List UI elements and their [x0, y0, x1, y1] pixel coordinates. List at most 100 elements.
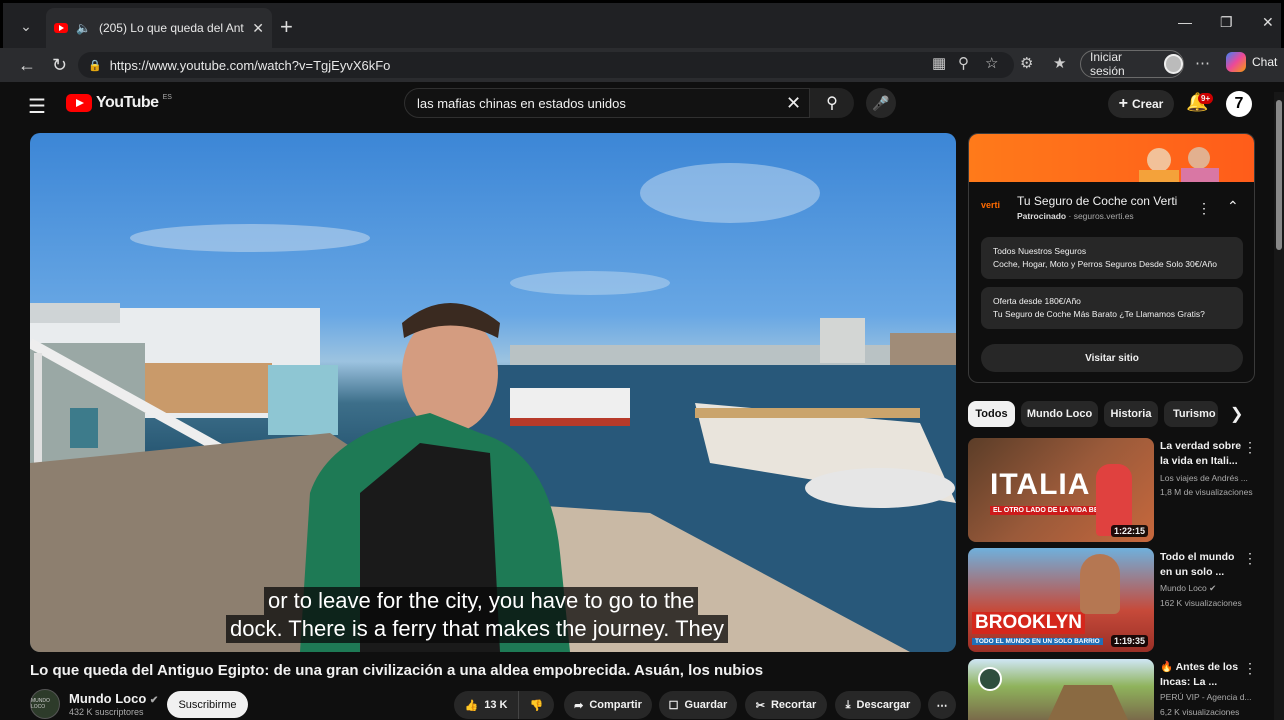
- favorites-icon[interactable]: ★: [1053, 54, 1066, 72]
- dislike-button[interactable]: 👎: [518, 691, 554, 719]
- download-label: Descargar: [856, 699, 911, 711]
- tab-close-icon[interactable]: ✕: [252, 20, 264, 37]
- window-close-icon[interactable]: ✕: [1262, 14, 1274, 31]
- voice-search-button[interactable]: 🎤: [866, 88, 896, 118]
- ad-sitelink-1-text: Coche, Hogar, Moto y Perros Seguros Desd…: [993, 259, 1217, 269]
- url-bar[interactable]: 🔒 https://www.youtube.com/watch?v=TgjEyv…: [78, 52, 1014, 78]
- ad-banner-image[interactable]: [969, 134, 1254, 184]
- microphone-icon: 🎤: [872, 94, 890, 111]
- rec-thumbnail-3-pyramid: [1048, 685, 1128, 720]
- rec-thumbnail-2-figure: [1080, 554, 1120, 614]
- youtube-favicon-icon: [54, 23, 68, 33]
- zoom-icon[interactable]: ⚲: [958, 54, 969, 72]
- ad-sponsor-line: Patrocinado · seguros.verti.es: [1017, 211, 1134, 221]
- ad-banner-illustration: [1139, 147, 1219, 184]
- download-button[interactable]: ⤓ Descargar: [835, 691, 921, 719]
- more-options-icon[interactable]: ⋯: [1195, 54, 1210, 72]
- more-actions-button[interactable]: ⋯: [928, 691, 956, 719]
- search-input[interactable]: las mafias chinas en estados unidos: [404, 88, 810, 118]
- search-button[interactable]: ⚲: [810, 88, 854, 118]
- speaker-icon[interactable]: 🔈: [76, 21, 91, 35]
- clip-label: Recortar: [770, 699, 817, 711]
- thumbs-down-icon: 👎: [529, 699, 544, 712]
- rec-views-1: 1,8 M de visualizaciones: [1160, 487, 1253, 497]
- download-icon: ⤓: [845, 698, 851, 711]
- share-button[interactable]: ➦ Compartir: [564, 691, 652, 719]
- ad-sitelink-1[interactable]: Todos Nuestros Seguros Coche, Hogar, Mot…: [981, 237, 1243, 279]
- app-available-icon[interactable]: ▦: [932, 54, 946, 72]
- subscriber-count: 432 K suscriptores: [69, 707, 144, 717]
- save-button[interactable]: ☐ Guardar: [659, 691, 737, 719]
- chip-todos[interactable]: Todos: [968, 401, 1015, 427]
- rec-title-2[interactable]: Todo el mundo en un solo ...: [1160, 550, 1244, 580]
- chat-label: Chat: [1252, 55, 1278, 69]
- create-label: Crear: [1131, 97, 1164, 111]
- rec-thumbnail-2[interactable]: BROOKLYN TODO EL MUNDO EN UN SOLO BARRIO…: [968, 548, 1154, 652]
- maximize-icon[interactable]: ❐: [1220, 14, 1233, 31]
- save-label: Guardar: [684, 699, 728, 711]
- hamburger-menu-icon[interactable]: ☰: [28, 94, 46, 119]
- share-icon: ➦: [574, 699, 584, 712]
- scissors-icon: ✂: [755, 699, 765, 712]
- search-query: las mafias chinas en estados unidos: [417, 95, 626, 111]
- visit-site-button[interactable]: Visitar sitio: [981, 344, 1243, 372]
- reload-icon[interactable]: ↻: [52, 55, 67, 76]
- rec-thumbnail-3-badge: [978, 667, 1002, 691]
- verified-icon: ✔: [1209, 583, 1217, 593]
- signin-label: Iniciar sesión: [1090, 50, 1125, 78]
- thumbs-up-icon: 👍: [464, 699, 479, 712]
- video-player[interactable]: or to leave for the city, you have to go…: [30, 133, 956, 652]
- browser-tab[interactable]: 🔈 (205) Lo que queda del Antiguo ✕: [46, 8, 272, 48]
- clip-button[interactable]: ✂ Recortar: [745, 691, 827, 719]
- youtube-logo[interactable]: YouTube ES: [66, 94, 172, 112]
- tab-title: (205) Lo que queda del Antiguo: [98, 21, 244, 35]
- subscribe-button[interactable]: Suscribirme: [167, 691, 248, 718]
- caption-line-2: dock. There is a ferry that makes the jo…: [226, 615, 729, 643]
- video-frame-illustration: [30, 163, 956, 652]
- ad-more-icon[interactable]: ⋮: [1197, 200, 1211, 217]
- account-avatar[interactable]: 7: [1226, 91, 1252, 117]
- rec-thumbnail-2-title: BROOKLYN: [972, 612, 1085, 634]
- chips-next-chevron-icon[interactable]: ❯: [1230, 404, 1243, 424]
- rec-thumbnail-3[interactable]: [968, 659, 1154, 720]
- ad-panel[interactable]: verti Tu Seguro de Coche con Verti Patro…: [968, 133, 1255, 383]
- rec-thumbnail-1[interactable]: ITALIA EL OTRO LADO DE LA VIDA BELLA 1:2…: [968, 438, 1154, 542]
- like-button[interactable]: 👍 13 K: [454, 691, 518, 719]
- chip-mundo-loco[interactable]: Mundo Loco: [1021, 401, 1098, 427]
- rec-more-icon[interactable]: ⋮: [1243, 439, 1257, 456]
- extensions-icon[interactable]: ⚙: [1020, 54, 1033, 72]
- rec-channel-2[interactable]: Mundo Loco ✔: [1160, 583, 1216, 594]
- copilot-chat-button[interactable]: Chat: [1226, 52, 1277, 72]
- rec-channel-3[interactable]: PERÚ VIP - Agencia d...: [1160, 692, 1252, 702]
- video-duration: 1:22:15: [1110, 525, 1148, 537]
- ad-title[interactable]: Tu Seguro de Coche con Verti: [1017, 194, 1177, 208]
- channel-name[interactable]: Mundo Loco ✔: [69, 691, 158, 706]
- youtube-play-icon: [66, 94, 92, 112]
- clear-search-icon[interactable]: ✕: [786, 93, 801, 114]
- scrollbar-thumb[interactable]: [1276, 100, 1282, 250]
- minimize-icon[interactable]: —: [1178, 14, 1192, 30]
- rec-title-3[interactable]: 🔥 Antes de los Incas: La ...: [1160, 660, 1244, 690]
- chip-historia[interactable]: Historia: [1104, 401, 1158, 427]
- ad-collapse-chevron-icon[interactable]: ⌃: [1227, 198, 1239, 215]
- rec-more-icon[interactable]: ⋮: [1243, 550, 1257, 567]
- ad-sitelink-2[interactable]: Oferta desde 180€/Año Tu Seguro de Coche…: [981, 287, 1243, 329]
- share-label: Compartir: [589, 699, 642, 711]
- url-text[interactable]: https://www.youtube.com/watch?v=TgjEyvX6…: [110, 58, 391, 73]
- back-arrow-icon[interactable]: ←: [18, 55, 36, 76]
- channel-avatar[interactable]: MUNDO LOCO: [30, 689, 60, 719]
- signin-button[interactable]: Iniciar sesión: [1080, 50, 1184, 78]
- rec-channel-1[interactable]: Los viajes de Andrés ...: [1160, 473, 1248, 483]
- caption-line-1: or to leave for the city, you have to go…: [264, 587, 699, 615]
- tab-list-chevron-icon[interactable]: ⌄: [12, 12, 40, 40]
- favorite-star-icon[interactable]: ☆: [985, 54, 998, 72]
- notification-badge: 9+: [1198, 93, 1214, 104]
- rec-title-1[interactable]: La verdad sobre la vida en Itali...: [1160, 439, 1244, 469]
- chip-turismo[interactable]: Turismo: [1164, 401, 1218, 427]
- lock-icon[interactable]: 🔒: [88, 59, 102, 72]
- create-button[interactable]: + Crear: [1108, 90, 1174, 118]
- new-tab-icon[interactable]: +: [280, 14, 293, 40]
- rec-more-icon[interactable]: ⋮: [1243, 660, 1257, 677]
- ad-domain: seguros.verti.es: [1073, 211, 1134, 221]
- ad-sponsored-label: Patrocinado: [1017, 211, 1067, 221]
